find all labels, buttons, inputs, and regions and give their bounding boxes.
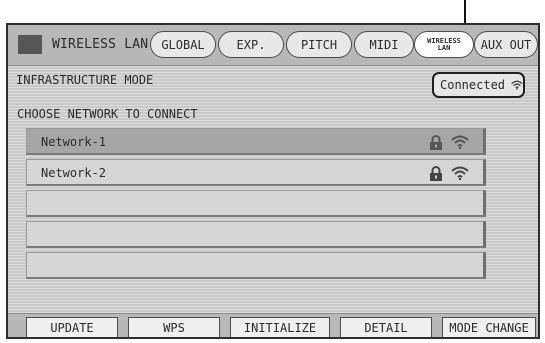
mode-change-button[interactable]: MODE CHANGE [442,317,536,337]
update-button[interactable]: UPDATE [26,317,118,337]
detail-button[interactable]: DETAIL [340,317,432,337]
network-list: Network-1 Network-2 [26,128,486,283]
tab-exp[interactable]: EXP. [218,31,284,58]
lock-icon [430,135,442,150]
wps-button[interactable]: WPS [128,317,220,337]
wifi-signal-icon [511,80,523,90]
network-name: Network-1 [41,135,107,149]
tab-global[interactable]: GLOBAL [150,31,216,58]
page-icon [18,35,42,54]
tab-midi[interactable]: MIDI [354,31,414,58]
network-name: Network-2 [41,166,107,180]
network-list-heading: CHOOSE NETWORK TO CONNECT [17,107,198,121]
wifi-signal-icon [451,166,469,180]
network-row[interactable]: Network-2 [26,159,486,186]
connection-status-text: Connected [440,78,506,92]
lock-icon [430,166,442,181]
bottom-bar: UPDATE WPS INITIALIZE DETAIL MODE CHANGE [8,313,538,337]
tab-pitch[interactable]: PITCH [286,31,352,58]
page-title: WIRELESS LAN [52,37,149,52]
tab-wireless-lan[interactable]: WIRELESS LAN [414,31,474,58]
tab-aux-out[interactable]: AUX OUT [474,31,538,58]
wifi-signal-icon [451,135,469,149]
initialize-button[interactable]: INITIALIZE [230,317,330,337]
network-row[interactable]: Network-1 [26,128,486,155]
mode-label: INFRASTRUCTURE MODE [16,73,154,87]
lcd-screen: WIRELESS LAN GLOBAL EXP. PITCH MIDI WIRE… [6,23,540,339]
network-row-empty[interactable] [26,190,486,217]
top-bar: WIRELESS LAN GLOBAL EXP. PITCH MIDI WIRE… [8,25,538,66]
network-row-empty[interactable] [26,221,486,248]
network-row-empty[interactable] [26,252,486,279]
tab-wireless-lan-line2: LAN [437,43,451,52]
connection-status: Connected [432,72,525,98]
